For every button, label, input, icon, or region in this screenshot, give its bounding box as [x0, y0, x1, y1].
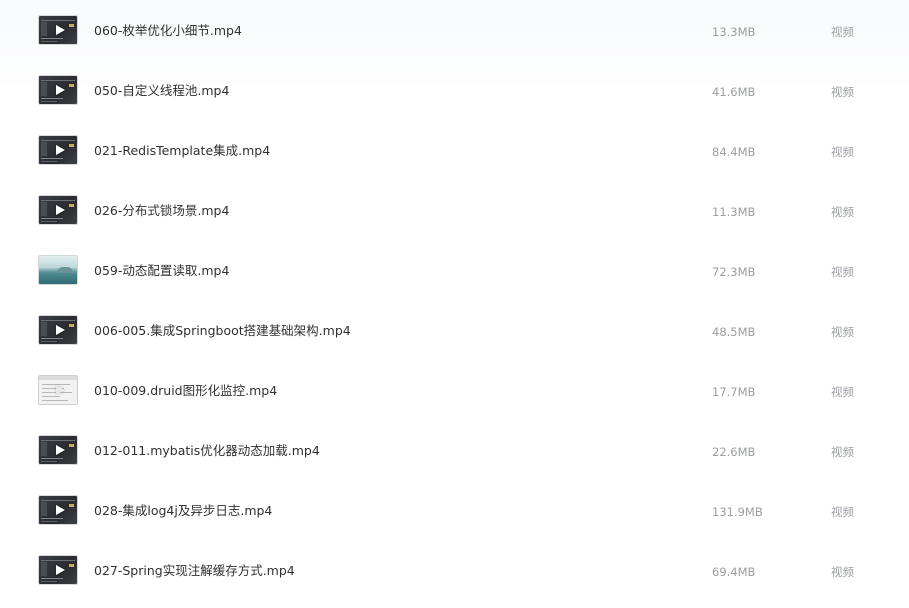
- video-thumbnail[interactable]: [38, 255, 78, 285]
- file-size: 131.9MB: [712, 505, 763, 519]
- play-icon: [56, 325, 65, 335]
- video-thumbnail[interactable]: [38, 195, 78, 225]
- file-size: 84.4MB: [712, 145, 756, 159]
- file-name[interactable]: 028-集成log4j及异步日志.mp4: [94, 503, 272, 519]
- file-row[interactable]: 012-011.mybatis优化器动态加载.mp4 22.6MB 视频: [0, 421, 909, 481]
- play-icon: [56, 85, 65, 95]
- file-type: 视频: [831, 25, 854, 39]
- file-row[interactable]: 027-Spring实现注解缓存方式.mp4 69.4MB 视频: [0, 541, 909, 601]
- file-size: 22.6MB: [712, 445, 756, 459]
- file-size: 69.4MB: [712, 565, 756, 579]
- file-name[interactable]: 010-009.druid图形化监控.mp4: [94, 383, 277, 399]
- video-thumbnail[interactable]: [38, 555, 78, 585]
- video-thumbnail[interactable]: [38, 135, 78, 165]
- file-name[interactable]: 026-分布式锁场景.mp4: [94, 203, 229, 219]
- file-type: 视频: [831, 85, 854, 99]
- video-thumbnail[interactable]: [38, 435, 78, 465]
- video-thumbnail[interactable]: [38, 375, 78, 405]
- file-size: 13.3MB: [712, 25, 756, 39]
- file-size: 48.5MB: [712, 325, 756, 339]
- video-thumbnail[interactable]: [38, 315, 78, 345]
- file-row[interactable]: 028-集成log4j及异步日志.mp4 131.9MB 视频: [0, 481, 909, 541]
- file-type: 视频: [831, 505, 854, 519]
- play-icon: [56, 145, 65, 155]
- video-thumbnail[interactable]: [38, 495, 78, 525]
- video-thumbnail[interactable]: [38, 15, 78, 45]
- play-icon: [56, 205, 65, 215]
- file-row[interactable]: 010-009.druid图形化监控.mp4 17.7MB 视频: [0, 361, 909, 421]
- video-thumbnail[interactable]: [38, 75, 78, 105]
- file-type: 视频: [831, 565, 854, 579]
- file-name[interactable]: 050-自定义线程池.mp4: [94, 83, 229, 99]
- file-row[interactable]: 060-枚举优化小细节.mp4 13.3MB 视频: [0, 1, 909, 61]
- file-type: 视频: [831, 145, 854, 159]
- file-size: 17.7MB: [712, 385, 756, 399]
- play-icon: [56, 505, 65, 515]
- file-size: 41.6MB: [712, 85, 756, 99]
- file-row[interactable]: 006-005.集成Springboot搭建基础架构.mp4 48.5MB 视频: [0, 301, 909, 361]
- file-type: 视频: [831, 385, 854, 399]
- file-list: 060-枚举优化小细节.mp4 13.3MB 视频 050-自定义线程池.mp4…: [0, 0, 909, 608]
- file-type: 视频: [831, 325, 854, 339]
- file-type: 视频: [831, 205, 854, 219]
- file-row[interactable]: 050-自定义线程池.mp4 41.6MB 视频: [0, 61, 909, 121]
- file-name[interactable]: 060-枚举优化小细节.mp4: [94, 23, 242, 39]
- file-type: 视频: [831, 265, 854, 279]
- file-size: 11.3MB: [712, 205, 756, 219]
- file-name[interactable]: 006-005.集成Springboot搭建基础架构.mp4: [94, 323, 351, 339]
- play-icon: [56, 25, 65, 35]
- file-row[interactable]: 026-分布式锁场景.mp4 11.3MB 视频: [0, 181, 909, 241]
- file-row[interactable]: 021-RedisTemplate集成.mp4 84.4MB 视频: [0, 121, 909, 181]
- file-row[interactable]: 059-动态配置读取.mp4 72.3MB 视频: [0, 241, 909, 301]
- file-size: 72.3MB: [712, 265, 756, 279]
- file-type: 视频: [831, 445, 854, 459]
- play-icon: [56, 385, 65, 395]
- play-icon: [56, 565, 65, 575]
- play-icon: [56, 445, 65, 455]
- file-name[interactable]: 059-动态配置读取.mp4: [94, 263, 229, 279]
- file-name[interactable]: 027-Spring实现注解缓存方式.mp4: [94, 563, 295, 579]
- file-name[interactable]: 021-RedisTemplate集成.mp4: [94, 143, 270, 159]
- file-name[interactable]: 012-011.mybatis优化器动态加载.mp4: [94, 443, 320, 459]
